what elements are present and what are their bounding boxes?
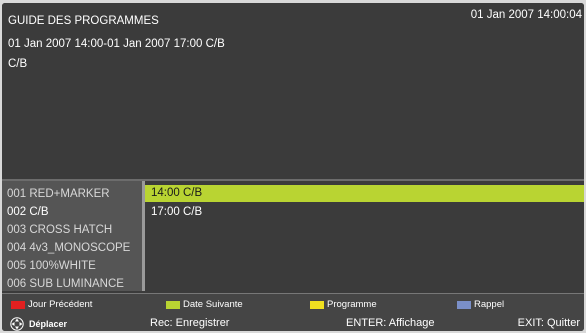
key-legend-footer: Jour Précédent Date Suivante Programme R… [2,293,584,331]
hint-enter: ENTER: Affichage [346,317,435,329]
epg-screen: GUIDE DES PROGRAMMES 01 Jan 2007 14:00-0… [2,3,584,331]
channel-item-005[interactable]: 005 100%WHITE [2,257,142,275]
legend-green-key: Date Suivante [166,299,243,310]
dpad-icon [10,317,24,331]
legend-red-label: Jour Précédent [28,299,93,310]
channel-list[interactable]: 001 RED+MARKER 002 C/B 003 CROSS HATCH 0… [2,181,142,291]
legend-yellow-key: Programme [310,299,377,310]
channel-item-004[interactable]: 004 4v3_MONOSCOPE [2,239,142,257]
current-clock: 01 Jan 2007 14:00:04 [470,9,582,21]
legend-red-key: Jour Précédent [11,299,92,310]
hint-move: Déplacer [10,317,67,331]
green-key-icon [166,300,180,309]
event-item-1700[interactable]: 17:00 C/B [145,204,584,221]
channel-item-002[interactable]: 002 C/B [2,203,142,221]
program-time-range: 01 Jan 2007 14:00-01 Jan 2007 17:00 C/B [8,38,225,50]
page-title: GUIDE DES PROGRAMMES [8,15,159,27]
blue-key-icon [457,300,471,309]
program-channel: C/B [8,58,28,70]
yellow-key-icon [310,300,324,309]
event-list[interactable]: 14:00 C/B 17:00 C/B [145,181,584,291]
channel-item-003[interactable]: 003 CROSS HATCH [2,221,142,239]
event-item-1400[interactable]: 14:00 C/B [145,185,584,202]
red-key-icon [11,300,25,309]
channel-item-001[interactable]: 001 RED+MARKER [2,185,142,203]
hint-record: Rec: Enregistrer [150,317,230,329]
hint-move-label: Déplacer [29,319,68,329]
legend-blue-key: Rappel [457,299,504,310]
legend-green-label: Date Suivante [183,299,243,310]
epg-header: GUIDE DES PROGRAMMES 01 Jan 2007 14:00-0… [2,3,584,179]
channel-item-006[interactable]: 006 SUB LUMINANCE [2,275,142,293]
legend-blue-label: Rappel [474,299,505,310]
legend-yellow-label: Programme [327,299,377,310]
hint-exit: EXIT: Quitter [517,317,580,329]
